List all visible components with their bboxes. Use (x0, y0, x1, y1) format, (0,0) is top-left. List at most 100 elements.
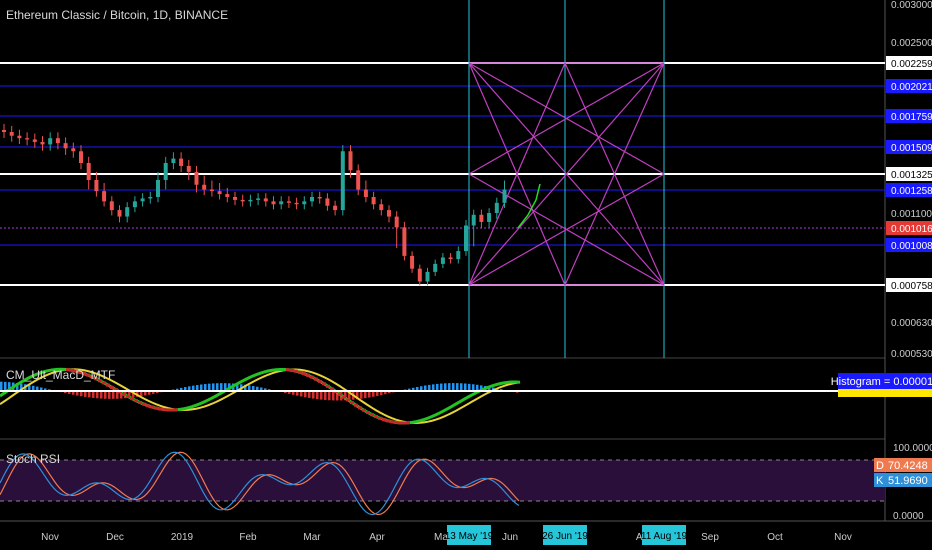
candle-body (171, 158, 176, 163)
macd-histogram-bar (472, 384, 475, 391)
macd-line-down-segment (322, 382, 326, 386)
candle-body (209, 189, 214, 192)
candle-body (263, 198, 268, 202)
candle-body (79, 151, 83, 163)
price-axis-label: 0.001509 (891, 143, 932, 154)
price-axis-label: 0.000530 (891, 349, 932, 360)
macd-line-down-segment (314, 377, 318, 381)
macd-histogram-bar (96, 391, 99, 399)
price-axis-label: 0.001008 (891, 241, 932, 252)
candle-body (55, 138, 60, 144)
macd-line-down-segment (158, 407, 162, 411)
candle-body (348, 151, 353, 171)
macd-line-down-segment (170, 408, 174, 412)
macd-line-down-segment (130, 397, 134, 401)
macd-histogram-bar (220, 383, 223, 391)
macd-line-down-segment (358, 406, 362, 410)
candle-body (479, 214, 484, 222)
time-axis-label: Nov (834, 532, 852, 543)
candle-body (256, 198, 261, 200)
candle-body (340, 151, 345, 211)
candle-body (132, 201, 137, 208)
macd-line-down-segment (106, 383, 110, 387)
candle-body (248, 199, 253, 202)
date-marker-label: 26 Jun '19 (542, 531, 588, 542)
macd-line-down-segment (174, 408, 178, 412)
macd-line-down-segment (394, 420, 398, 424)
candle-body (433, 263, 438, 272)
macd-histogram-bar (460, 383, 463, 391)
candle-body (456, 251, 461, 260)
candle-body (402, 227, 407, 256)
macd-line-down-segment (362, 408, 366, 412)
candle-body (425, 271, 430, 282)
macd-line-down-segment (326, 384, 330, 388)
chart-canvas[interactable]: 0.003000 0.002500 0.002259 0.002021 0.001759… (0, 0, 932, 550)
candle-body (63, 143, 68, 149)
candle-body (302, 201, 307, 205)
macd-line-down-segment (138, 400, 142, 404)
macd-histogram-bar (440, 383, 443, 391)
macd-line-down-segment (166, 408, 170, 412)
macd-line-down-segment (150, 405, 154, 409)
candle-body (2, 129, 6, 132)
macd-line-down-segment (318, 379, 322, 383)
macd-histogram-bar (452, 383, 455, 391)
candle-body (487, 213, 492, 222)
macd-line-down-segment (146, 404, 150, 408)
macd-histogram-bar (324, 391, 327, 400)
time-axis-label: Feb (239, 532, 257, 543)
macd-histogram-bar (4, 381, 7, 391)
macd-line-down-segment (110, 385, 114, 389)
macd-line-down-segment (342, 395, 346, 399)
candle-body (317, 196, 322, 199)
candle-body (71, 148, 76, 152)
price-axis-label: 0.000758 (891, 281, 932, 292)
candle-body (440, 257, 445, 264)
candle-body (186, 165, 191, 172)
candle-body (286, 201, 291, 203)
macd-line-down-segment (390, 420, 394, 424)
price-axis-label: 0.002500 (891, 38, 932, 49)
macd-line-down-segment (382, 418, 386, 422)
candle-body (9, 131, 14, 136)
candle-body (464, 225, 468, 252)
macd-line-down-segment (302, 372, 306, 376)
macd-histogram-bar (112, 391, 115, 399)
macd-line-down-segment (134, 399, 138, 403)
candle-body (325, 198, 330, 206)
candle-body (125, 207, 130, 217)
candle-body (379, 204, 384, 211)
candle-body (109, 201, 114, 211)
candle-body (117, 210, 122, 217)
price-axis-label: 0.003000 (891, 0, 932, 11)
macd-line-down-segment (402, 421, 406, 425)
candle-body (94, 179, 99, 192)
stoch-d-value: 70.4248 (888, 460, 928, 472)
price-axis-label: 0.000630 (891, 318, 932, 329)
candle-body (271, 201, 276, 205)
candle-body (25, 138, 30, 140)
candle-body (202, 184, 207, 190)
candle-body (156, 179, 160, 197)
macd-histogram-bar (364, 391, 367, 399)
candle-body (163, 162, 168, 180)
macd-line-down-segment (306, 373, 310, 377)
macd-histogram-bar (104, 391, 107, 399)
macd-line-down-segment (126, 394, 130, 398)
macd-histogram-bar (328, 391, 331, 401)
time-axis-label: Dec (106, 532, 124, 543)
macd-line-down-segment (142, 402, 146, 406)
candle-body (494, 202, 499, 213)
macd-line-down-segment (386, 419, 390, 423)
price-axis-label: 0.002259 (891, 59, 932, 70)
macd-histogram-bar (92, 391, 95, 398)
macd-histogram-bar (204, 384, 207, 391)
stoch-pane-title: Stoch RSI (6, 452, 61, 466)
date-marker-label: 13 May '19 (445, 531, 494, 542)
stoch-k-value: 51.9690 (888, 475, 928, 487)
macd-histogram-bar (108, 391, 111, 399)
candle-body (333, 205, 338, 211)
stoch-k-letter: K (876, 475, 884, 487)
macd-line-down-segment (378, 416, 382, 420)
